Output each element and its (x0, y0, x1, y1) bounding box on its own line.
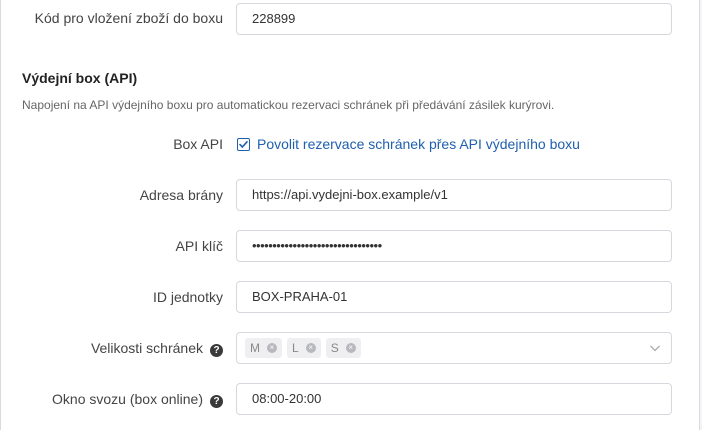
api-key-input[interactable]: •••••••••••••••••••••••••••••••• (236, 230, 672, 262)
box-api-checkbox[interactable] (237, 138, 250, 151)
gateway-row: Adresa brány https://api.vydejni-box.exa… (1, 179, 701, 211)
question-circle-icon[interactable]: ? (210, 395, 223, 408)
product-code-row: Kód pro vložení zboží do boxu 228899 (1, 3, 701, 35)
product-code-input[interactable]: 228899 (236, 3, 672, 35)
close-circle-icon[interactable]: × (345, 343, 356, 353)
sizes-multiselect[interactable]: M × L × S × (236, 332, 672, 364)
size-tag-label: S (330, 341, 339, 355)
pickup-window-label-text: Okno svozu (box online) (52, 391, 203, 407)
sizes-label: Velikosti schránek? (91, 332, 223, 364)
sizes-row: Velikosti schránek? M × L × S × (1, 332, 701, 364)
box-api-checkbox-control[interactable]: Povolit rezervace schránek přes API výde… (236, 128, 580, 160)
api-key-label: API klíč (175, 238, 223, 254)
sizes-label-text: Velikosti schránek (90, 340, 203, 356)
box-api-label: Box API (173, 136, 223, 152)
section-description: Napojení na API výdejního boxu pro autom… (22, 98, 555, 112)
unit-id-label: ID jednotky (152, 289, 223, 305)
section-title: Výdejní box (API) (22, 70, 138, 86)
size-tag: S × (325, 338, 361, 358)
unit-id-input[interactable]: BOX-PRAHA-01 (236, 281, 672, 313)
api-key-row: API klíč •••••••••••••••••••••••••••••••… (1, 230, 701, 262)
checkmark-icon (239, 141, 248, 148)
box-api-row: Box API Povolit rezervace schránek přes … (1, 128, 701, 160)
pickup-window-label: Okno svozu (box online)? (52, 383, 223, 415)
size-tag: L × (287, 338, 321, 358)
question-circle-icon[interactable]: ? (210, 344, 223, 357)
size-tag-label: L (292, 341, 299, 355)
sizes-tag-list: M × L × S × (237, 333, 671, 363)
size-tag-label: M (250, 341, 260, 355)
size-tag: M × (245, 338, 282, 358)
chevron-down-icon[interactable] (649, 342, 661, 354)
settings-panel: Kód pro vložení zboží do boxu 228899 Výd… (0, 0, 700, 430)
gateway-input[interactable]: https://api.vydejni-box.example/v1 (236, 179, 672, 211)
box-api-checkbox-label[interactable]: Povolit rezervace schránek přes API výde… (257, 136, 580, 152)
close-circle-icon[interactable]: × (267, 343, 277, 353)
pickup-window-input[interactable]: 08:00-20:00 (236, 383, 672, 415)
pickup-window-row: Okno svozu (box online)? 08:00-20:00 (1, 383, 701, 415)
gateway-label: Adresa brány (139, 187, 223, 203)
unit-id-row: ID jednotky BOX-PRAHA-01 (1, 281, 701, 313)
close-circle-icon[interactable]: × (305, 343, 316, 353)
product-code-label: Kód pro vložení zboží do boxu (34, 10, 223, 26)
